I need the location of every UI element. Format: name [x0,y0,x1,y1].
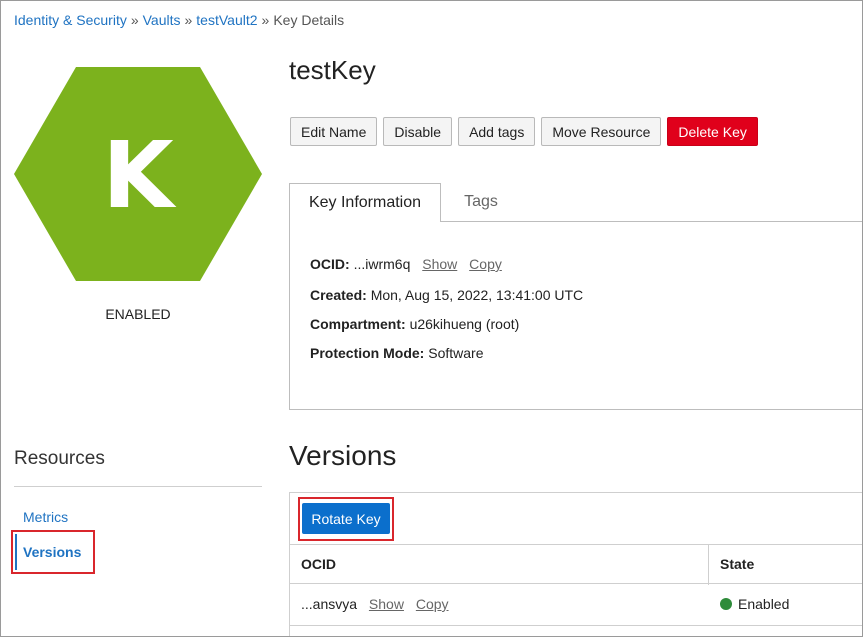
resources-versions-link[interactable]: Versions [23,544,81,560]
row-divider [290,625,862,626]
status-dot-icon [720,598,732,610]
action-toolbar: Edit Name Disable Add tags Move Resource… [290,117,758,146]
version-show-link[interactable]: Show [369,596,404,612]
table-row: ...ansvya Show Copy Enabled [290,585,862,625]
breadcrumb-separator: » [130,12,139,28]
created-label: Created: [310,287,367,303]
column-header-state[interactable]: State [720,556,754,572]
ocid-value: ...iwrm6q [353,256,411,272]
rotate-key-button[interactable]: Rotate Key [302,503,390,534]
ocid-row: OCID: ...iwrm6q Show Copy [310,256,502,272]
active-indicator [15,534,17,570]
created-value: Mon, Aug 15, 2022, 13:41:00 UTC [370,287,584,303]
breadcrumb-separator: » [184,12,193,28]
tab-tags[interactable]: Tags [441,183,521,221]
versions-title: Versions [289,440,397,471]
column-header-ocid[interactable]: OCID [301,556,336,572]
key-details-page: Identity & Security» Vaults» testVault2» Ke… [0,0,863,637]
version-ocid-cell: ...ansvya Show Copy [301,596,449,612]
version-state-value: Enabled [738,596,790,612]
breadcrumb-current: Key Details [273,12,345,28]
delete-key-button[interactable]: Delete Key [667,117,758,146]
column-divider [708,545,709,585]
disable-button[interactable]: Disable [383,117,453,146]
ocid-copy-link[interactable]: Copy [469,256,502,272]
edit-name-button[interactable]: Edit Name [290,117,378,146]
key-status: ENABLED [105,306,171,322]
resources-metrics-link[interactable]: Metrics [23,509,68,525]
ocid-show-link[interactable]: Show [422,256,457,272]
version-state-cell: Enabled [720,596,789,612]
version-ocid-value: ...ansvya [301,596,358,612]
detail-tabs: Key Information Tags [289,183,862,222]
versions-panel: Rotate Key OCID State ...ansvya Show Cop… [289,492,862,636]
resources-title: Resources [14,448,105,469]
tab-key-information[interactable]: Key Information [289,183,441,222]
breadcrumb-identity-security[interactable]: Identity & Security [14,12,127,28]
compartment-row: Compartment: u26kihueng (root) [310,316,519,332]
compartment-value: u26kihueng (root) [409,316,520,332]
key-badge-letter: K [102,122,177,229]
move-resource-button[interactable]: Move Resource [541,117,662,146]
versions-table-header: OCID State [290,544,862,585]
breadcrumb: Identity & Security» Vaults» testVault2» Ke… [14,12,344,28]
add-tags-button[interactable]: Add tags [458,117,536,146]
breadcrumb-separator: » [261,12,270,28]
key-badge-icon: K [14,67,262,281]
created-row: Created: Mon, Aug 15, 2022, 13:41:00 UTC [310,287,583,303]
protection-mode-label: Protection Mode: [310,345,425,361]
key-information-panel: OCID: ...iwrm6q Show Copy Created: Mon, … [289,221,862,410]
resources-divider [14,486,262,487]
ocid-label: OCID: [310,256,350,272]
protection-mode-value: Software [428,345,484,361]
page-title: testKey [289,55,376,85]
breadcrumb-testvault2[interactable]: testVault2 [196,12,257,28]
breadcrumb-vaults[interactable]: Vaults [143,12,181,28]
compartment-label: Compartment: [310,316,406,332]
version-copy-link[interactable]: Copy [416,596,449,612]
protection-mode-row: Protection Mode: Software [310,345,483,361]
